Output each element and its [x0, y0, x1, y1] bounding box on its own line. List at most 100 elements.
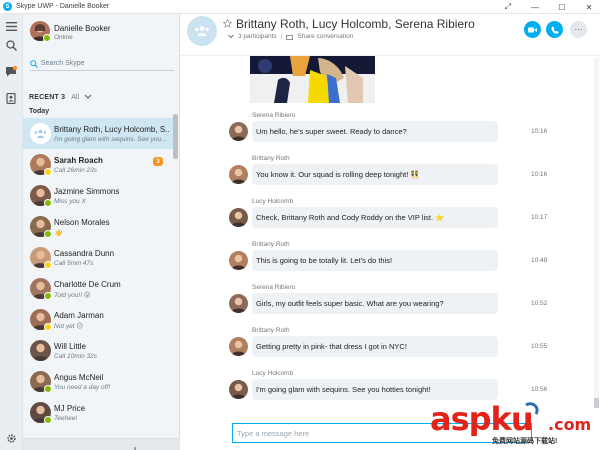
contacts-book-icon[interactable] — [4, 91, 18, 105]
messages-scrollbar[interactable] — [594, 58, 599, 408]
contact-name: Jazmine Simmons — [54, 187, 120, 196]
message-item: Brittany Roth Getting pretty in pink- tha… — [180, 327, 600, 367]
settings-gear-icon[interactable] — [4, 431, 18, 445]
contact-subtitle: Call 5min 47s — [54, 260, 94, 267]
message-bubble[interactable]: Check, Brittany Roth and Cody Roddy on t… — [252, 207, 498, 228]
maximize-button[interactable]: ☐ — [557, 3, 567, 12]
conversation-title: Brittany Roth, Lucy Holcomb, Serena Ribi… — [236, 17, 475, 31]
conversation-more-button[interactable]: ··· — [570, 21, 587, 38]
message-bubble[interactable]: Um hello, he's super sweet. Ready to dan… — [252, 121, 498, 142]
share-conversation-link[interactable]: Share conversation — [297, 33, 353, 40]
watermark-caption: 免费网站源码下载站! — [492, 438, 558, 445]
search-icon[interactable] — [4, 38, 18, 52]
group-avatar-icon[interactable] — [187, 16, 217, 46]
contact-subtitle: Told you!! 😜 — [54, 292, 91, 299]
message-sender: Serena Ribiero — [252, 112, 296, 119]
presence-away-icon — [44, 323, 52, 331]
contact-subtitle: Call 26min 23s — [54, 167, 97, 174]
group-people-icon — [34, 129, 47, 138]
contact-subtitle: Miss you X — [54, 198, 86, 205]
conversation-header: Brittany Roth, Lucy Holcomb, Serena Ribi… — [180, 14, 600, 56]
contact-subtitle: Not yet 😐 — [54, 323, 84, 330]
recent-filter[interactable]: RECENT 3 All — [29, 91, 174, 103]
contact-name: MJ Price — [54, 404, 86, 413]
presence-away-icon — [44, 261, 52, 269]
my-presence-online-icon — [43, 34, 51, 42]
contact-subtitle: Call 10min 32s — [54, 353, 97, 360]
message-bubble[interactable]: Girls, my outfit feels super basic. What… — [252, 293, 498, 314]
shared-photo[interactable] — [250, 56, 375, 103]
contact-list-item[interactable]: Brittany Roth, Lucy Holcomb, S... I'm goi… — [23, 118, 173, 149]
contact-list-item[interactable]: Charlotte De Crum Told you!! 😜 — [23, 273, 173, 304]
contact-list-item[interactable]: Jazmine Simmons Miss you X — [23, 180, 173, 211]
message-timestamp: 10:55 — [531, 343, 548, 350]
my-name: Danielle Booker — [54, 24, 111, 33]
filter-value[interactable]: All — [71, 94, 79, 101]
message-item: Brittany Roth This is going to be totally… — [180, 241, 600, 281]
message-sender: Brittany Roth — [252, 241, 290, 248]
phone-icon — [550, 26, 559, 34]
more-options-button[interactable]: ··· — [160, 446, 169, 450]
contacts-sidebar: Danielle Booker Online Search Skype RECE… — [23, 14, 180, 450]
message-bubble[interactable]: You know it. Our squad is rolling deep t… — [252, 164, 498, 185]
contact-list-item[interactable]: Nelson Morales 👋 — [23, 211, 173, 242]
contact-name: Adam Jarman — [54, 311, 104, 320]
presence-online-icon — [44, 230, 52, 238]
favorite-star-icon[interactable] — [223, 19, 232, 28]
message-timestamp: 10:17 — [531, 214, 548, 221]
search-box[interactable]: Search Skype — [30, 57, 174, 71]
sender-avatar[interactable] — [229, 380, 248, 399]
sender-avatar[interactable] — [229, 251, 248, 270]
chevron-down-icon[interactable] — [228, 34, 234, 39]
group-avatar[interactable] — [30, 123, 51, 144]
message-bubble[interactable]: This is going to be totally lit. Let's d… — [252, 250, 498, 271]
emoticon-icon: 👋 — [54, 230, 63, 237]
emoticon-icon: ⭐ — [435, 213, 445, 222]
contact-name: Will Little — [54, 342, 87, 351]
contact-list-item[interactable]: Angus McNeil You need a day off! — [23, 366, 173, 397]
video-call-button[interactable] — [524, 21, 541, 38]
sender-avatar[interactable] — [229, 165, 248, 184]
contact-list-item[interactable]: MJ Price Teehee! — [23, 397, 173, 428]
hamburger-menu-icon[interactable] — [4, 19, 18, 33]
chevron-down-icon[interactable] — [84, 94, 92, 100]
message-sender: Lucy Holcomb — [252, 370, 294, 377]
title-bar: S Skype UWP - Danielle Booker ⤢ — ☐ ✕ — [0, 0, 600, 14]
contact-list-scrollbar[interactable] — [173, 114, 178, 159]
sender-avatar[interactable] — [229, 122, 248, 141]
message-timestamp: 10:48 — [531, 257, 548, 264]
contact-subtitle: Teehee! — [54, 415, 78, 422]
contact-name: Nelson Morales — [54, 218, 110, 227]
message-bubble[interactable]: Getting pretty in pink- that dress I got… — [252, 336, 498, 357]
sender-avatar[interactable] — [229, 208, 248, 227]
message-item: Lucy Holcomb Check, Brittany Roth and Cod… — [180, 198, 600, 238]
message-sender: Lucy Holcomb — [252, 198, 294, 205]
add-contact-button[interactable]: + — [131, 442, 139, 450]
message-timestamp: 10:16 — [531, 128, 548, 135]
contact-list-item[interactable]: Sarah Roach Call 26min 23s 3 — [23, 149, 173, 180]
contact-list-item[interactable]: Adam Jarman Not yet 😐 — [23, 304, 173, 335]
message-timestamp: 10:16 — [531, 171, 548, 178]
sender-avatar[interactable] — [229, 337, 248, 356]
contact-avatar[interactable] — [30, 340, 51, 361]
my-profile[interactable]: Danielle Booker Online — [23, 14, 180, 50]
chat-bubble-icon[interactable] — [4, 64, 18, 78]
expand-icon[interactable]: ⤢ — [503, 2, 513, 12]
minimize-button[interactable]: — — [530, 3, 540, 12]
video-camera-icon — [528, 27, 537, 32]
contact-list-item[interactable]: Cassandra Dunn Call 5min 47s — [23, 242, 173, 273]
participants-count[interactable]: 3 participants — [238, 33, 277, 40]
sender-avatar[interactable] — [229, 294, 248, 313]
close-button[interactable]: ✕ — [584, 3, 594, 12]
contact-name: Charlotte De Crum — [54, 280, 121, 289]
message-item: Serena Ribiero Um hello, he's super sweet… — [180, 112, 600, 152]
emoticon-icon: 👯 — [410, 170, 420, 179]
message-bubble[interactable]: I'm going glam with sequins. See you hot… — [252, 379, 498, 400]
audio-call-button[interactable] — [546, 21, 563, 38]
sidebar-footer: + ··· — [23, 438, 180, 450]
contact-subtitle: You need a day off! — [54, 384, 111, 391]
contact-list-item[interactable]: Will Little Call 10min 32s — [23, 335, 173, 366]
message-item: Serena Ribiero Girls, my outfit feels sup… — [180, 284, 600, 324]
contact-subtitle: I'm going glam with sequins. See you... — [54, 136, 167, 143]
message-item: Brittany Roth You know it. Our squad is r… — [180, 155, 600, 195]
